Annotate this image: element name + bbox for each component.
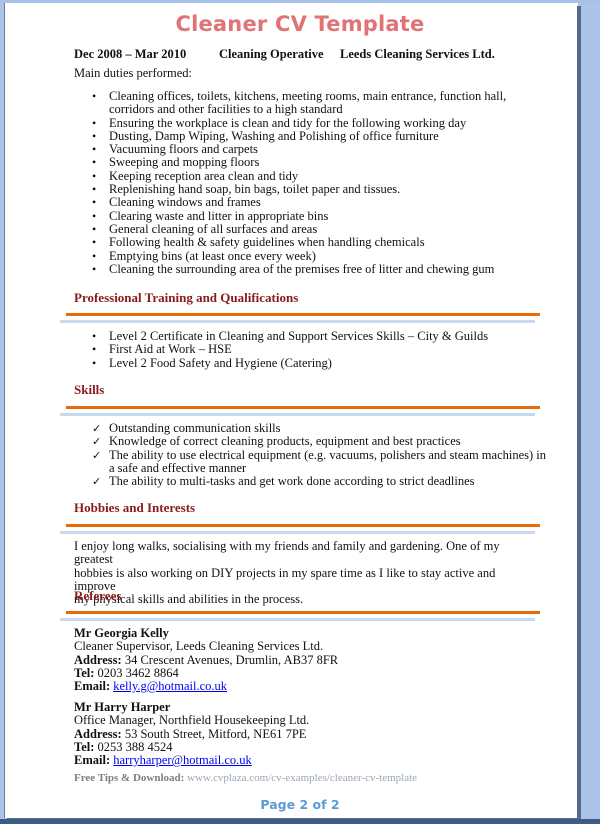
- referee-email-link[interactable]: harryharper@hotmail.co.uk: [113, 753, 252, 767]
- paragraph-line: hobbies is also working on DIY projects …: [74, 565, 496, 593]
- window-frame-right: [578, 3, 600, 824]
- paragraph-line: my physical skills and abilities in the …: [74, 592, 304, 607]
- list-item-text: Level 2 Food Safety and Hygiene (Caterin…: [109, 355, 332, 370]
- referee-tel: 0253 388 4524: [97, 739, 173, 754]
- list-item-text: Cleaning windows and frames: [109, 195, 261, 210]
- section-rule-orange: [66, 406, 540, 409]
- list-item: ✓ Knowledge of correct cleaning products,…: [92, 434, 546, 449]
- list-item-text: Clearing waste and litter in appropriate…: [109, 208, 329, 223]
- checkmark-icon: ✓: [92, 475, 102, 489]
- hobbies-paragraph: I enjoy long walks, socialising with my …: [74, 539, 504, 607]
- list-item: Cleaning the surrounding area of the pre…: [92, 261, 506, 276]
- referee-name: Mr Harry Harper: [74, 700, 171, 714]
- list-item-text: Dusting, Damp Wiping, Washing and Polish…: [109, 128, 439, 143]
- checkmark-icon: ✓: [92, 435, 102, 449]
- list-item-text: Cleaning the surrounding area of the pre…: [109, 261, 495, 276]
- list-item: Level 2 Food Safety and Hygiene (Caterin…: [92, 355, 488, 370]
- list-item-text: Replenishing hand soap, bin bags, toilet…: [109, 182, 401, 197]
- training-list: Level 2 Certificate in Cleaning and Supp…: [92, 329, 489, 370]
- section-heading-training: Professional Training and Qualifications: [74, 290, 299, 305]
- employment-dates: Dec 2008 – Mar 2010: [74, 47, 187, 61]
- referee-email-link[interactable]: kelly.g@hotmail.co.uk: [113, 679, 227, 693]
- list-item-text: General cleaning of all surfaces and are…: [109, 221, 318, 236]
- referee-tel: 0203 3462 8864: [97, 665, 179, 680]
- list-item: ✓ Outstanding communication skills: [92, 421, 546, 435]
- list-item: Replenishing hand soap, bin bags, toilet…: [92, 182, 506, 197]
- tel-label: Tel:: [74, 739, 95, 754]
- list-item-text: Outstanding communication skills: [109, 421, 281, 435]
- section-rule-orange: [66, 524, 540, 527]
- list-item: Following health & safety guidelines whe…: [92, 235, 506, 250]
- list-item-continuation: a safe and effective manner: [92, 460, 546, 475]
- address-label: Address:: [74, 726, 122, 741]
- list-item-text: First Aid at Work – HSE: [109, 342, 232, 357]
- list-item: Ensuring the workplace is clean and tidy…: [92, 115, 506, 130]
- list-item-text: Ensuring the workplace is clean and tidy…: [109, 115, 467, 130]
- section-heading-referees: Referees: [74, 588, 122, 603]
- section-rule-blue: [60, 413, 535, 416]
- list-item: ✓ The ability to multi-tasks and get work…: [92, 474, 546, 489]
- email-label: Email:: [74, 753, 111, 768]
- window-frame-bottom: [0, 819, 600, 824]
- list-item: Cleaning windows and frames: [92, 195, 506, 210]
- list-item: Vacuuming floors and carpets: [92, 142, 506, 157]
- footer-tips-url[interactable]: www.cvplaza.com/cv-examples/cleaner-cv-t…: [187, 772, 417, 784]
- list-item-text: corridors and other facilities to a high…: [109, 102, 343, 117]
- skills-list: ✓ Outstanding communication skills ✓ Knowl…: [92, 421, 547, 489]
- section-rule-orange: [66, 611, 540, 614]
- list-item-text: Cleaning offices, toilets, kitchens, mee…: [109, 89, 507, 103]
- list-item: First Aid at Work – HSE: [92, 342, 488, 357]
- list-item: Emptying bins (at least once every week): [92, 248, 506, 263]
- list-item: Dusting, Damp Wiping, Washing and Polish…: [92, 128, 506, 143]
- list-item-text: Vacuuming floors and carpets: [109, 142, 258, 157]
- referee-name: Mr Georgia Kelly: [74, 626, 169, 640]
- duties-list: Cleaning offices, toilets, kitchens, mee…: [92, 89, 507, 276]
- referee-position: Cleaner Supervisor, Leeds Cleaning Servi…: [74, 639, 324, 654]
- list-item: Sweeping and mopping floors: [92, 155, 506, 170]
- referee-position: Office Manager, Northfield Housekeeping …: [74, 713, 310, 728]
- list-item: Level 2 Certificate in Cleaning and Supp…: [92, 329, 489, 343]
- referee-card: Mr Harry Harper Office Manager, Northfie…: [74, 700, 310, 768]
- address-label: Address:: [74, 652, 122, 667]
- paragraph-line: I enjoy long walks, socialising with my …: [74, 539, 500, 567]
- list-item-text: Emptying bins (at least once every week): [109, 248, 316, 263]
- list-item-text: Sweeping and mopping floors: [109, 155, 260, 170]
- page-shadow: [577, 6, 581, 821]
- footer-tips: Free Tips & Download: www.cvplaza.com/cv…: [74, 772, 417, 784]
- list-item-text: The ability to multi-tasks and get work …: [109, 474, 475, 489]
- list-item-text: Level 2 Certificate in Cleaning and Supp…: [109, 329, 489, 343]
- list-item: Cleaning offices, toilets, kitchens, mee…: [92, 89, 507, 103]
- list-item: ✓ The ability to use electrical equipment…: [92, 447, 547, 462]
- list-item-text: Following health & safety guidelines whe…: [109, 235, 425, 250]
- employment-role: Cleaning Operative: [219, 47, 324, 61]
- section-rule-blue: [60, 531, 535, 534]
- checkmark-icon: ✓: [92, 422, 102, 435]
- list-item-text: a safe and effective manner: [109, 460, 247, 475]
- section-rule-orange: [66, 313, 540, 316]
- email-label: Email:: [74, 679, 111, 694]
- list-item: Clearing waste and litter in appropriate…: [92, 208, 506, 223]
- list-item-continuation: corridors and other facilities to a high…: [92, 103, 506, 116]
- page-indicator: Page 2 of 2: [260, 797, 340, 812]
- document-title: Cleaner CV Template: [175, 12, 425, 36]
- list-item: General cleaning of all surfaces and are…: [92, 221, 506, 236]
- list-item-text: Knowledge of correct cleaning products, …: [109, 434, 461, 449]
- tel-label: Tel:: [74, 665, 95, 680]
- list-item-text: Keeping reception area clean and tidy: [109, 168, 299, 183]
- referee-address: 53 South Street, Mitford, NE61 7PE: [124, 726, 307, 741]
- section-rule-blue: [60, 320, 535, 323]
- footer-tips-label: Free Tips & Download:: [74, 772, 185, 784]
- employment-employer: Leeds Cleaning Services Ltd.: [340, 47, 495, 61]
- section-rule-blue: [60, 618, 535, 621]
- list-item: Keeping reception area clean and tidy: [92, 168, 506, 183]
- referee-card: Mr Georgia Kelly Cleaner Supervisor, Lee…: [74, 626, 339, 694]
- referee-address: 34 Crescent Avenues, Drumlin, AB37 8FR: [124, 652, 339, 667]
- section-heading-hobbies: Hobbies and Interests: [74, 500, 196, 515]
- section-heading-skills: Skills: [74, 382, 105, 397]
- checkmark-icon: ✓: [92, 448, 102, 462]
- list-item-text: The ability to use electrical equipment …: [109, 447, 547, 462]
- duties-intro: Main duties performed:: [74, 66, 193, 80]
